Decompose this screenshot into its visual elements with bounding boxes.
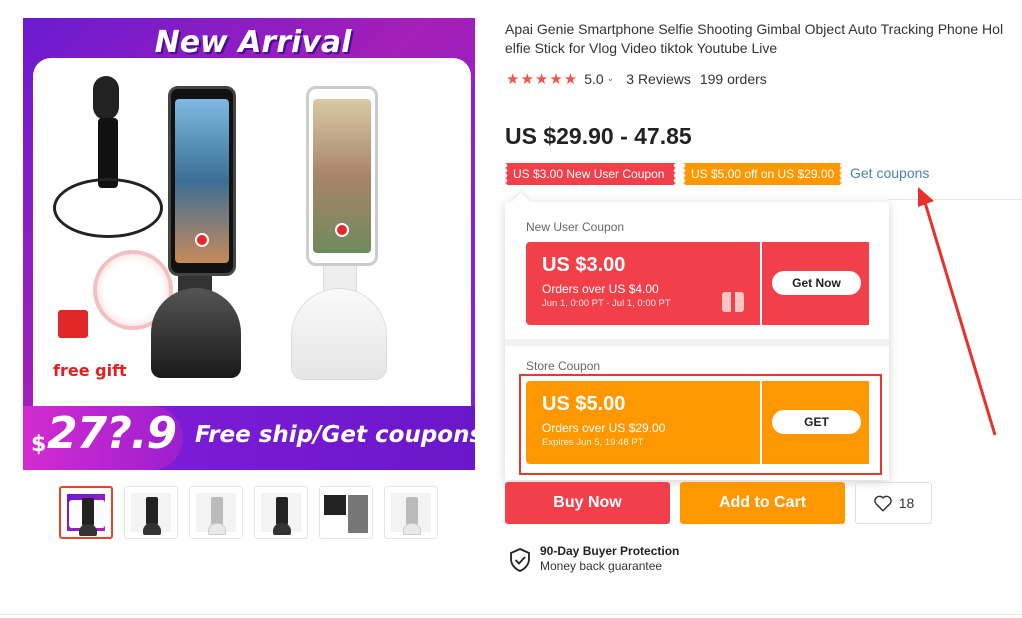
microphone-clip-graphic	[93, 76, 119, 120]
white-gimbal-base	[291, 288, 387, 380]
main-product-image[interactable]: New Arrival free gift $ 27?.9 Free ship/…	[23, 18, 475, 470]
thumbnail-base-graphic	[143, 523, 161, 535]
record-button-icon	[195, 233, 209, 247]
get-now-button[interactable]: Get Now	[772, 271, 861, 295]
shield-check-icon	[510, 548, 530, 572]
new-user-coupon-section-label: New User Coupon	[526, 220, 625, 234]
thumbnail-3[interactable]	[189, 486, 243, 539]
record-button-icon	[335, 223, 349, 237]
thumbnail-1[interactable]	[59, 486, 113, 539]
black-gimbal-base	[151, 288, 241, 378]
add-to-cart-button[interactable]: Add to Cart	[680, 482, 845, 524]
promo-price: 27?.9	[47, 408, 177, 459]
thumbnail-2[interactable]	[124, 486, 178, 539]
phone-screen-graphic	[175, 99, 229, 263]
promo-price-banner: $ 27?.9 Free ship/Get coupons	[23, 406, 475, 470]
protection-subtitle: Money back guarantee	[540, 559, 663, 573]
promo-dollar-sign: $	[31, 432, 47, 457]
coupon-amount: US $3.00	[542, 254, 626, 276]
store-coupon-tag[interactable]: US $5.00 off on US $29.00	[683, 163, 842, 185]
product-title: Apai Genie Smartphone Selfie Shooting Gi…	[505, 20, 1022, 58]
new-arrival-banner: New Arrival	[123, 18, 383, 68]
thumbnail-base-graphic	[79, 524, 97, 536]
product-title-line-1: Apai Genie Smartphone Selfie Shooting Gi…	[505, 21, 1004, 37]
star-rating-icon: ★★★★★	[506, 70, 579, 88]
thumbnail-block-graphic	[324, 495, 346, 515]
thumbnail-phone-graphic	[82, 498, 94, 526]
thumbnail-block-graphic	[348, 495, 368, 533]
wishlist-count: 18	[898, 495, 915, 511]
new-user-coupon-tag[interactable]: US $3.00 New User Coupon	[505, 163, 676, 185]
coupon-condition: Orders over US $4.00	[542, 282, 659, 296]
phone-screen-graphic	[313, 99, 371, 253]
divider	[888, 199, 1022, 200]
thumbnail-phone-graphic	[406, 497, 418, 525]
reviews-link[interactable]: 3 Reviews	[626, 71, 691, 87]
get-coupons-link[interactable]: Get coupons	[850, 165, 929, 181]
rating-row: ★★★★★ 5.0 ⌄ 3 Reviews 199 orders	[506, 70, 767, 88]
thumbnail-phone-graphic	[211, 497, 223, 525]
buy-now-button[interactable]: Buy Now	[505, 482, 670, 524]
gift-icon	[722, 292, 744, 312]
heart-icon	[873, 495, 892, 512]
new-user-coupon-card: US $3.00 Orders over US $4.00 Jun 1, 0:0…	[526, 242, 872, 325]
protection-title: 90-Day Buyer Protection	[540, 544, 680, 558]
bottom-divider	[0, 614, 1022, 615]
coupon-card-body: US $3.00 Orders over US $4.00 Jun 1, 0:0…	[526, 242, 760, 325]
thumbnail-strip	[59, 486, 438, 539]
gift-box-graphic	[58, 310, 88, 338]
thumbnail-6[interactable]	[384, 486, 438, 539]
thumbnail-phone-graphic	[276, 497, 288, 525]
thumbnail-base-graphic	[273, 523, 291, 535]
buyer-protection: 90-Day Buyer Protection Money back guara…	[509, 544, 679, 574]
section-divider	[505, 339, 889, 346]
coupon-card-action-area: Get Now	[762, 242, 872, 325]
thumbnail-base-graphic	[403, 523, 421, 535]
microphone-cable-graphic	[53, 178, 163, 238]
chevron-down-icon[interactable]: ⌄	[607, 74, 615, 84]
store-coupon-section-label: Store Coupon	[526, 359, 601, 373]
coupon-dates: Jun 1, 0:00 PT - Jul 1, 0:00 PT	[542, 298, 671, 309]
black-gimbal-phone	[168, 86, 236, 276]
thumbnail-4[interactable]	[254, 486, 308, 539]
annotation-highlight-box	[519, 374, 882, 475]
protection-text: 90-Day Buyer Protection Money back guara…	[540, 544, 679, 574]
promo-ship-text: Free ship/Get coupons	[195, 422, 475, 448]
thumbnail-base-graphic	[208, 523, 226, 535]
white-gimbal-phone	[306, 86, 378, 266]
free-gift-label: free gift	[53, 361, 127, 380]
rating-value[interactable]: 5.0	[584, 71, 603, 87]
thumbnail-phone-graphic	[146, 497, 158, 525]
price-range: US $29.90 - 47.85	[505, 123, 692, 149]
product-title-line-2: elfie Stick for Vlog Video tiktok Youtub…	[505, 40, 778, 56]
orders-count: 199 orders	[699, 71, 767, 87]
annotation-arrow-icon	[918, 187, 997, 436]
wishlist-button[interactable]: 18	[855, 482, 932, 524]
thumbnail-5[interactable]	[319, 486, 373, 539]
